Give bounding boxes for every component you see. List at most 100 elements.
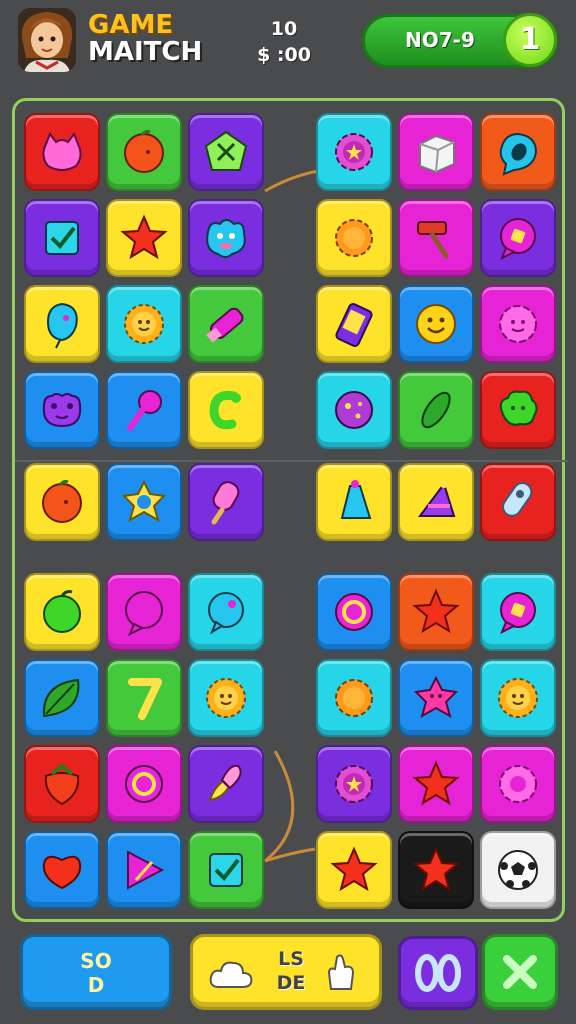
yellow-button-line-1: LS bbox=[278, 948, 304, 970]
sun-face-icon bbox=[124, 304, 164, 344]
title-line-1: GAME bbox=[88, 10, 174, 40]
tile-r3-c4[interactable] bbox=[316, 285, 392, 363]
tile-r9-c6[interactable] bbox=[480, 831, 556, 909]
blob-monster-icon bbox=[206, 219, 246, 258]
tile-r8-c6[interactable] bbox=[480, 745, 556, 823]
sun-face-icon bbox=[206, 678, 246, 718]
tile-r1-c3[interactable] bbox=[188, 113, 264, 191]
tile-r4-c5[interactable] bbox=[398, 371, 474, 449]
blue-button-line-1: SO bbox=[80, 949, 112, 973]
tile-r5-c6[interactable] bbox=[480, 463, 556, 541]
soccer-ball-icon bbox=[498, 850, 538, 890]
tile-r7-c3[interactable] bbox=[188, 659, 264, 737]
infinity-button[interactable] bbox=[398, 936, 478, 1010]
tile-r6-c5[interactable] bbox=[398, 573, 474, 651]
tile-r5-c4[interactable] bbox=[316, 463, 392, 541]
speech-round-icon bbox=[125, 591, 163, 637]
tile-r5-c3[interactable] bbox=[188, 463, 264, 541]
tile-r2-c3[interactable] bbox=[188, 199, 264, 277]
flower-icon bbox=[121, 479, 167, 523]
pin-sticker-icon bbox=[502, 482, 533, 517]
cloud-plus-icon bbox=[209, 961, 253, 988]
tile-r7-c1[interactable] bbox=[24, 659, 100, 737]
tile-r9-c5[interactable] bbox=[398, 831, 474, 909]
cloud-heart-icon bbox=[42, 855, 82, 890]
tile-r1-c2[interactable] bbox=[106, 113, 182, 191]
tile-r6-c1[interactable] bbox=[24, 573, 100, 651]
tile-r4-c4[interactable] bbox=[316, 371, 392, 449]
tile-r4-c6[interactable] bbox=[480, 371, 556, 449]
speech-drop-icon bbox=[499, 132, 538, 176]
yellow-action-button[interactable]: LS DE bbox=[190, 934, 382, 1010]
tile-r6-c3[interactable] bbox=[188, 573, 264, 651]
tile-r8-c5[interactable] bbox=[398, 745, 474, 823]
close-icon bbox=[503, 955, 537, 989]
tile-r9-c4[interactable] bbox=[316, 831, 392, 909]
cat-blob-icon bbox=[42, 131, 82, 171]
tile-r3-c1[interactable] bbox=[24, 285, 100, 363]
tile-r2-c4[interactable] bbox=[316, 199, 392, 277]
level-pill[interactable]: NO7-9 1 bbox=[362, 13, 558, 68]
hand-icon bbox=[327, 954, 355, 990]
tree-blob-icon bbox=[499, 390, 538, 426]
pentagon-scissors-icon bbox=[204, 130, 248, 171]
gear-icon bbox=[499, 765, 537, 803]
tile-r6-c4[interactable] bbox=[316, 573, 392, 651]
ice-cube-icon bbox=[419, 134, 455, 174]
tile-r5-c2[interactable] bbox=[106, 463, 182, 541]
tile-r7-c6[interactable] bbox=[480, 659, 556, 737]
tile-r2-c2[interactable] bbox=[106, 199, 182, 277]
speech-badge-icon bbox=[500, 592, 536, 635]
tile-r9-c3[interactable] bbox=[188, 831, 264, 909]
tile-r7-c2[interactable] bbox=[106, 659, 182, 737]
tile-r7-c5[interactable] bbox=[398, 659, 474, 737]
level-badge: 1 bbox=[503, 13, 557, 67]
tile-r2-c1[interactable] bbox=[24, 199, 100, 277]
cucumber-icon bbox=[421, 391, 451, 429]
tile-r4-c3[interactable] bbox=[188, 371, 264, 449]
checkbox-icon bbox=[45, 221, 79, 255]
star-icon bbox=[412, 846, 460, 892]
tile-r9-c1[interactable] bbox=[24, 831, 100, 909]
top-bar: GAME MAITCH 10 $ :00 NO7-9 1 bbox=[0, 0, 576, 92]
balloon-icon bbox=[46, 302, 78, 349]
yellow-button-line-2: DE bbox=[276, 972, 306, 994]
tile-r3-c5[interactable] bbox=[398, 285, 474, 363]
speech-badge-icon bbox=[500, 218, 536, 261]
tile-r6-c2[interactable] bbox=[106, 573, 182, 651]
tile-r8-c2[interactable] bbox=[106, 745, 182, 823]
tile-r9-c2[interactable] bbox=[106, 831, 182, 909]
tile-r8-c3[interactable] bbox=[188, 745, 264, 823]
balloon-bubble-icon bbox=[208, 592, 244, 635]
tile-r1-c6[interactable] bbox=[480, 113, 556, 191]
tile-r2-c5[interactable] bbox=[398, 199, 474, 277]
score-bottom: $ :00 bbox=[257, 44, 311, 66]
blue-action-button[interactable]: SO D bbox=[20, 934, 172, 1010]
lollipop-icon bbox=[127, 390, 162, 431]
game-board bbox=[12, 98, 568, 922]
tile-r8-c4[interactable] bbox=[316, 745, 392, 823]
orange-fruit-icon bbox=[124, 129, 164, 173]
close-button[interactable] bbox=[482, 934, 558, 1010]
tile-r4-c1[interactable] bbox=[24, 371, 100, 449]
tile-r2-c6[interactable] bbox=[480, 199, 556, 277]
avatar[interactable] bbox=[18, 8, 76, 72]
tile-r3-c3[interactable] bbox=[188, 285, 264, 363]
tile-r3-c6[interactable] bbox=[480, 285, 556, 363]
tile-r4-c2[interactable] bbox=[106, 371, 182, 449]
score-display: 10 $ :00 bbox=[240, 16, 328, 68]
tile-r1-c4[interactable] bbox=[316, 113, 392, 191]
tile-r8-c1[interactable] bbox=[24, 745, 100, 823]
tile-r7-c4[interactable] bbox=[316, 659, 392, 737]
tile-r6-c6[interactable] bbox=[480, 573, 556, 651]
gear-star-icon bbox=[335, 133, 373, 171]
flower-face-icon bbox=[499, 305, 537, 343]
tile-r1-c1[interactable] bbox=[24, 113, 100, 191]
tile-r3-c2[interactable] bbox=[106, 285, 182, 363]
tile-r1-c5[interactable] bbox=[398, 113, 474, 191]
checkbox-icon bbox=[209, 853, 243, 887]
eraser-icon bbox=[206, 307, 244, 343]
star-icon bbox=[120, 214, 168, 260]
tile-r5-c1[interactable] bbox=[24, 463, 100, 541]
tile-r5-c5[interactable] bbox=[398, 463, 474, 541]
